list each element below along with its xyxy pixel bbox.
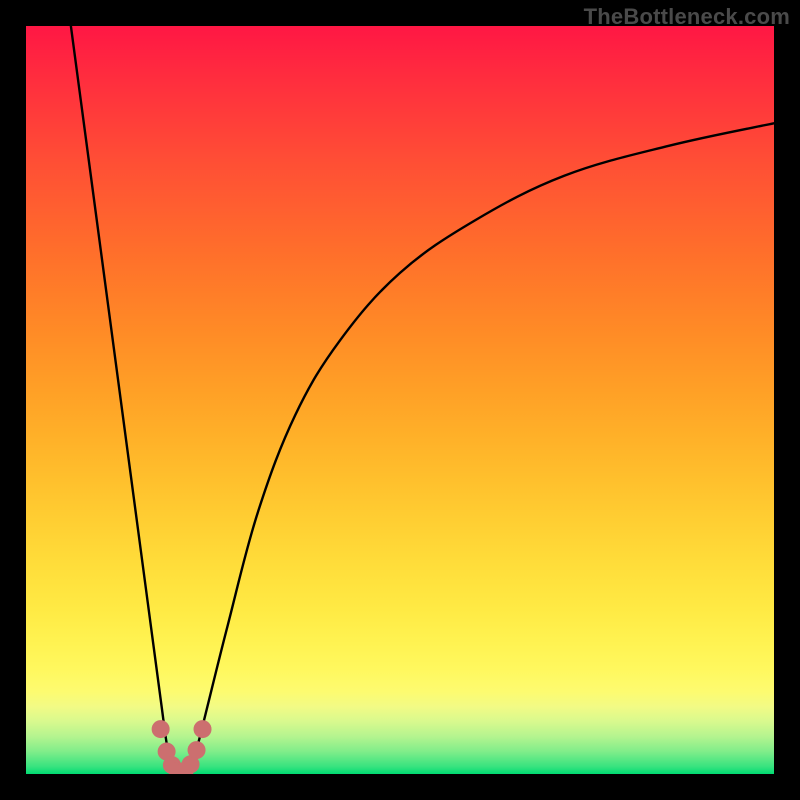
series-left-branch xyxy=(71,26,176,774)
valley-marker xyxy=(152,720,170,738)
series-lines xyxy=(71,26,774,774)
watermark-text: TheBottleneck.com xyxy=(584,4,790,30)
valley-marker xyxy=(188,741,206,759)
series-right-branch xyxy=(191,123,774,774)
valley-markers xyxy=(152,720,212,774)
curve-layer xyxy=(26,26,774,774)
chart-frame: TheBottleneck.com xyxy=(0,0,800,800)
plot-area xyxy=(26,26,774,774)
valley-marker xyxy=(194,720,212,738)
